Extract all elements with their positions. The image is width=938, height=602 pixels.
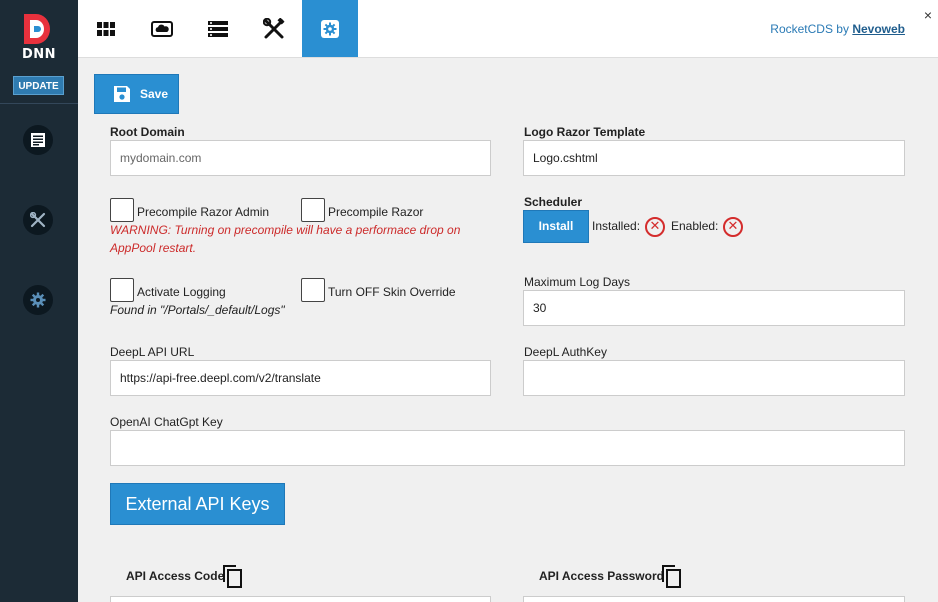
api-access-password-label: API Access Password bbox=[539, 569, 664, 583]
enabled-status-icon: ✕ bbox=[723, 217, 743, 237]
installed-label: Installed: bbox=[592, 219, 641, 233]
tab-modules[interactable] bbox=[78, 0, 134, 57]
deepl-key-label: DeepL AuthKey bbox=[524, 345, 607, 359]
tab-list[interactable] bbox=[190, 0, 246, 57]
api-access-code-input[interactable] bbox=[110, 596, 491, 602]
tab-tools[interactable] bbox=[246, 0, 302, 57]
skin-override-checkbox[interactable] bbox=[301, 278, 325, 302]
openai-key-input[interactable] bbox=[110, 430, 905, 466]
copy-password-icon[interactable] bbox=[662, 565, 682, 588]
sidebar-divider bbox=[0, 103, 78, 104]
precompile-warning: WARNING: Turning on precompile will have… bbox=[110, 223, 461, 255]
tools-icon bbox=[263, 17, 285, 38]
cloud-icon bbox=[151, 20, 173, 37]
activate-logging-checkbox[interactable] bbox=[110, 278, 134, 302]
skin-override-label: Turn OFF Skin Override bbox=[328, 285, 456, 299]
install-button[interactable]: Install bbox=[523, 210, 589, 243]
logo-text: DNN bbox=[22, 47, 57, 62]
tab-cloud[interactable] bbox=[134, 0, 190, 57]
page-list-icon bbox=[31, 133, 45, 147]
save-button[interactable]: Save bbox=[94, 74, 179, 114]
sidebar-item-tools[interactable] bbox=[23, 205, 53, 235]
sidebar-item-pages[interactable] bbox=[23, 125, 53, 155]
precompile-razor-checkbox[interactable] bbox=[301, 198, 325, 222]
save-icon bbox=[114, 86, 130, 102]
save-label: Save bbox=[140, 87, 169, 101]
logo-template-input[interactable]: Logo.cshtml bbox=[523, 140, 905, 176]
logo-template-label: Logo Razor Template bbox=[524, 125, 646, 139]
activate-logging-label: Activate Logging bbox=[137, 285, 226, 299]
sidebar: DNN UPDATE bbox=[0, 0, 78, 602]
precompile-razor-label: Precompile Razor bbox=[328, 205, 424, 219]
grid-icon bbox=[97, 21, 115, 36]
precompile-admin-label: Precompile Razor Admin bbox=[137, 205, 270, 219]
gear-icon bbox=[321, 19, 339, 38]
brand-credit: RocketCDS by Nevoweb bbox=[770, 22, 905, 36]
settings-gear-icon bbox=[30, 292, 46, 308]
brand-prefix: RocketCDS by bbox=[770, 22, 853, 36]
tab-settings[interactable] bbox=[302, 0, 358, 57]
external-api-keys-button[interactable]: External API Keys bbox=[110, 483, 285, 525]
deepl-url-label: DeepL API URL bbox=[110, 345, 195, 359]
tools-icon bbox=[30, 212, 46, 228]
max-log-days-label: Maximum Log Days bbox=[524, 275, 631, 289]
list-icon bbox=[208, 20, 228, 37]
enabled-label: Enabled: bbox=[671, 219, 719, 233]
openai-key-label: OpenAI ChatGpt Key bbox=[110, 415, 223, 429]
brand-link[interactable]: Nevoweb bbox=[852, 22, 905, 36]
deepl-url-input[interactable]: https://api-free.deepl.com/v2/translate bbox=[110, 360, 491, 396]
api-access-code-label: API Access Code bbox=[126, 569, 225, 583]
api-access-password-input[interactable] bbox=[523, 596, 905, 602]
root-domain-label: Root Domain bbox=[110, 125, 185, 139]
scheduler-label: Scheduler bbox=[524, 195, 583, 209]
installed-status-icon: ✕ bbox=[645, 217, 665, 237]
settings-panel: Save Root Domain mydomain.com Logo Razor… bbox=[78, 58, 938, 602]
root-domain-input[interactable]: mydomain.com bbox=[110, 140, 491, 176]
logs-path-note: Found in "/Portals/_default/Logs" bbox=[110, 303, 285, 317]
precompile-admin-checkbox[interactable] bbox=[110, 198, 134, 222]
update-button[interactable]: UPDATE bbox=[13, 76, 64, 95]
close-icon[interactable]: × bbox=[924, 8, 932, 22]
dnn-logo[interactable]: DNN bbox=[22, 14, 56, 62]
sidebar-item-settings[interactable] bbox=[23, 285, 53, 315]
max-log-days-input[interactable]: 30 bbox=[523, 290, 905, 326]
copy-code-icon[interactable] bbox=[223, 565, 243, 588]
dnn-logo-icon bbox=[24, 14, 50, 44]
deepl-key-input[interactable] bbox=[523, 360, 905, 396]
top-bar: RocketCDS by Nevoweb × bbox=[78, 0, 938, 58]
